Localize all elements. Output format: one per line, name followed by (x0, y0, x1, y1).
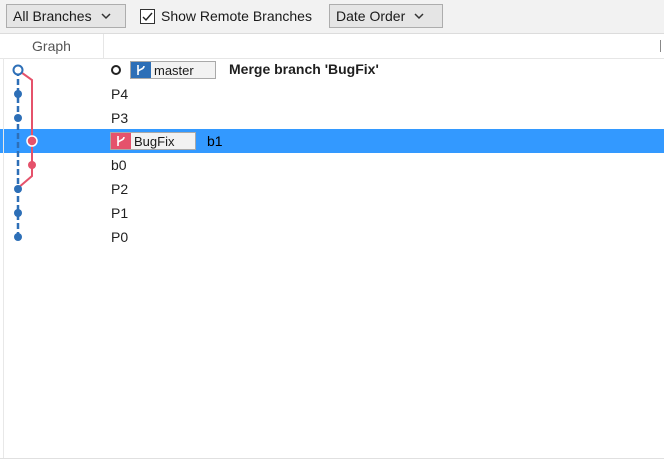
commit-row[interactable]: master Merge branch 'BugFix' (0, 58, 664, 82)
commit-message: b1 (207, 133, 223, 149)
commit-message: Merge branch 'BugFix' (229, 61, 379, 77)
commit-row[interactable]: P3 (0, 106, 664, 130)
commit-node[interactable] (28, 161, 36, 169)
bottom-border (0, 458, 664, 459)
commit-node[interactable] (14, 114, 22, 122)
show-remote-label: Show Remote Branches (161, 8, 312, 24)
branch-badge-bugfix[interactable]: BugFix (110, 132, 196, 150)
commit-message: P1 (111, 205, 129, 221)
commit-node-icon (111, 65, 121, 75)
commit-node[interactable] (14, 233, 22, 241)
commit-node-selected[interactable] (26, 135, 38, 147)
commit-message: P4 (111, 86, 129, 102)
branch-label: BugFix (134, 133, 175, 149)
show-remote-checkbox[interactable] (140, 8, 155, 24)
branches-dropdown-label: All Branches (13, 8, 92, 24)
branch-icon (131, 62, 151, 78)
branches-dropdown[interactable]: All Branches (6, 4, 126, 28)
left-border (3, 58, 4, 458)
commit-message: P0 (111, 229, 129, 245)
commit-row[interactable]: P0 (0, 225, 664, 249)
commit-row[interactable]: P4 (0, 82, 664, 106)
commit-row-selected[interactable]: BugFix b1 (0, 129, 664, 153)
commit-node-merge[interactable] (12, 64, 24, 76)
order-dropdown[interactable]: Date Order (329, 4, 443, 28)
chevron-down-icon (101, 13, 111, 20)
commit-node[interactable] (14, 209, 22, 217)
toolbar: All Branches Show Remote Branches Date O… (0, 0, 664, 34)
commit-message: b0 (111, 157, 127, 173)
commit-row[interactable]: P2 (0, 177, 664, 201)
commit-node[interactable] (14, 185, 22, 193)
commit-graph (12, 64, 38, 241)
graph-column-label: Graph (32, 38, 71, 54)
commit-node[interactable] (14, 90, 22, 98)
graph-column-header[interactable]: Graph (0, 34, 104, 58)
bugfix-lane (17, 69, 33, 189)
column-resize-handle[interactable] (660, 40, 661, 52)
order-dropdown-label: Date Order (336, 8, 406, 24)
branch-icon (111, 133, 131, 149)
show-remote-branches-toggle[interactable]: Show Remote Branches (140, 7, 312, 25)
branch-label: master (154, 62, 194, 78)
commit-row[interactable]: P1 (0, 201, 664, 225)
commit-message: P2 (111, 181, 129, 197)
checkmark-icon (142, 12, 153, 21)
branch-badge-master[interactable]: master (130, 61, 216, 79)
chevron-down-icon (414, 13, 424, 20)
column-header: Graph (0, 34, 664, 59)
commit-row[interactable]: b0 (0, 153, 664, 177)
commit-message: P3 (111, 110, 129, 126)
